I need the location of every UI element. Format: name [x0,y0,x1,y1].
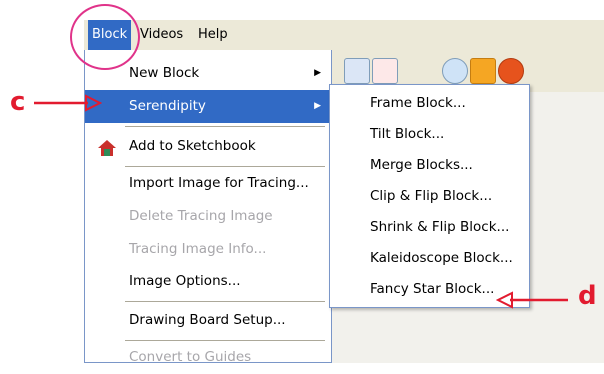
submenu-arrow-icon: ▶ [314,101,321,111]
submenu-item-frame-block[interactable]: Frame Block... [330,88,529,119]
annotation-arrow-c [34,94,102,112]
tool-button-2[interactable] [372,58,398,84]
menu-item-label: Serendipity [129,98,206,114]
menu-item-label: New Block [129,65,200,81]
menu-bar: Block Videos Help [84,20,604,51]
submenu-item-tilt-block[interactable]: Tilt Block... [330,119,529,150]
annotation-arrow-d [496,291,568,309]
menu-item-label: Drawing Board Setup... [129,312,286,328]
menu-item-label: Import Image for Tracing... [129,175,309,191]
menu-item-label: Add to Sketchbook [129,138,256,154]
sketchbook-house-icon [97,137,117,156]
menu-separator [125,126,325,127]
menu-item-label: Tracing Image Info... [129,241,267,257]
block-menu: New Block ▶ Serendipity ▶ Add to Sketchb… [84,50,332,365]
menu-item-label: Delete Tracing Image [129,208,273,224]
tool-button-1[interactable] [344,58,370,84]
submenu-item-clip-flip-block[interactable]: Clip & Flip Block... [330,181,529,212]
menu-help[interactable]: Help [194,20,232,50]
submenu-item-shrink-flip-block[interactable]: Shrink & Flip Block... [330,212,529,243]
menu-item-delete-tracing-image[interactable]: Delete Tracing Image [85,200,331,233]
highlight-circle [70,4,140,70]
annotation-label-d: d [578,281,597,311]
serendipity-submenu: Frame Block... Tilt Block... Merge Block… [329,84,530,308]
menu-item-serendipity[interactable]: Serendipity ▶ [85,90,331,123]
menu-item-image-options[interactable]: Image Options... [85,265,331,298]
color-tool-icon[interactable] [498,58,524,84]
image-tool-icon[interactable] [470,58,496,84]
submenu-arrow-icon: ▶ [314,68,321,78]
menu-item-convert-to-guides[interactable]: Convert to Guides [85,341,331,374]
menu-item-drawing-board-setup[interactable]: Drawing Board Setup... [85,304,331,337]
menu-separator [125,301,325,302]
menu-item-add-to-sketchbook[interactable]: Add to Sketchbook [85,130,331,163]
menu-item-label: Image Options... [129,273,241,289]
annotation-label-c: c [10,87,26,117]
submenu-item-merge-blocks[interactable]: Merge Blocks... [330,150,529,181]
camera-icon[interactable] [442,58,468,84]
menu-item-tracing-image-info[interactable]: Tracing Image Info... [85,233,331,266]
menu-videos[interactable]: Videos [136,20,187,50]
menu-item-import-image[interactable]: Import Image for Tracing... [85,167,331,200]
submenu-item-kaleidoscope-block[interactable]: Kaleidoscope Block... [330,243,529,274]
